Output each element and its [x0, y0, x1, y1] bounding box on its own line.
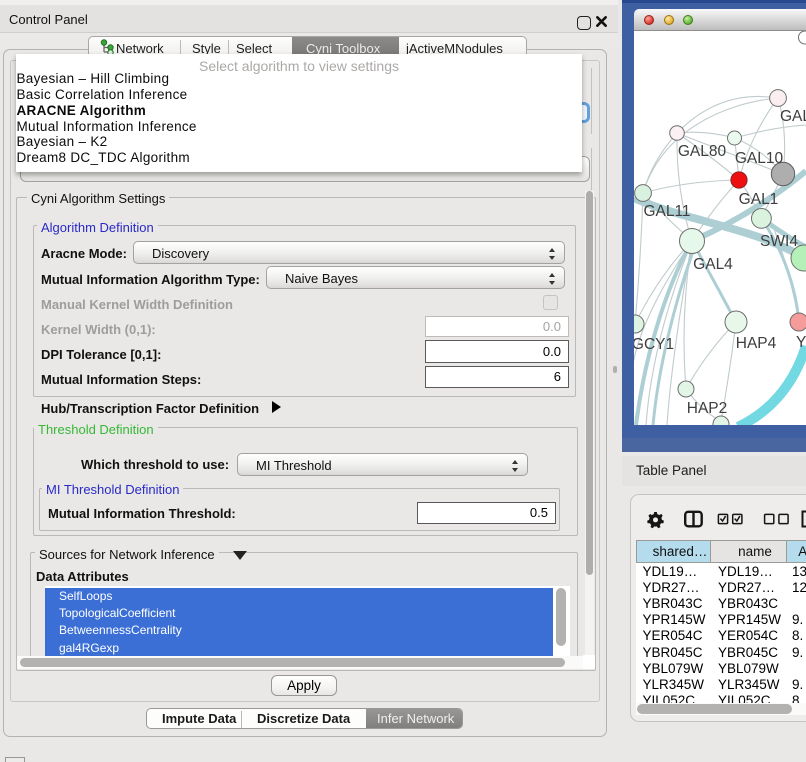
svg-text:GAL10: GAL10 [735, 150, 784, 167]
svg-text:GAL80: GAL80 [678, 143, 727, 160]
svg-text:Y: Y [796, 334, 806, 351]
svg-text:HAP2: HAP2 [687, 400, 728, 417]
svg-text:GCY1: GCY1 [634, 336, 674, 353]
svg-text:HAP4: HAP4 [736, 335, 777, 352]
svg-text:GAL1: GAL1 [739, 191, 779, 208]
svg-text:GAL: GAL [780, 108, 806, 125]
svg-text:SWI4: SWI4 [760, 233, 798, 250]
svg-text:GAL4: GAL4 [693, 256, 733, 273]
svg-text:GAL11: GAL11 [643, 203, 690, 220]
